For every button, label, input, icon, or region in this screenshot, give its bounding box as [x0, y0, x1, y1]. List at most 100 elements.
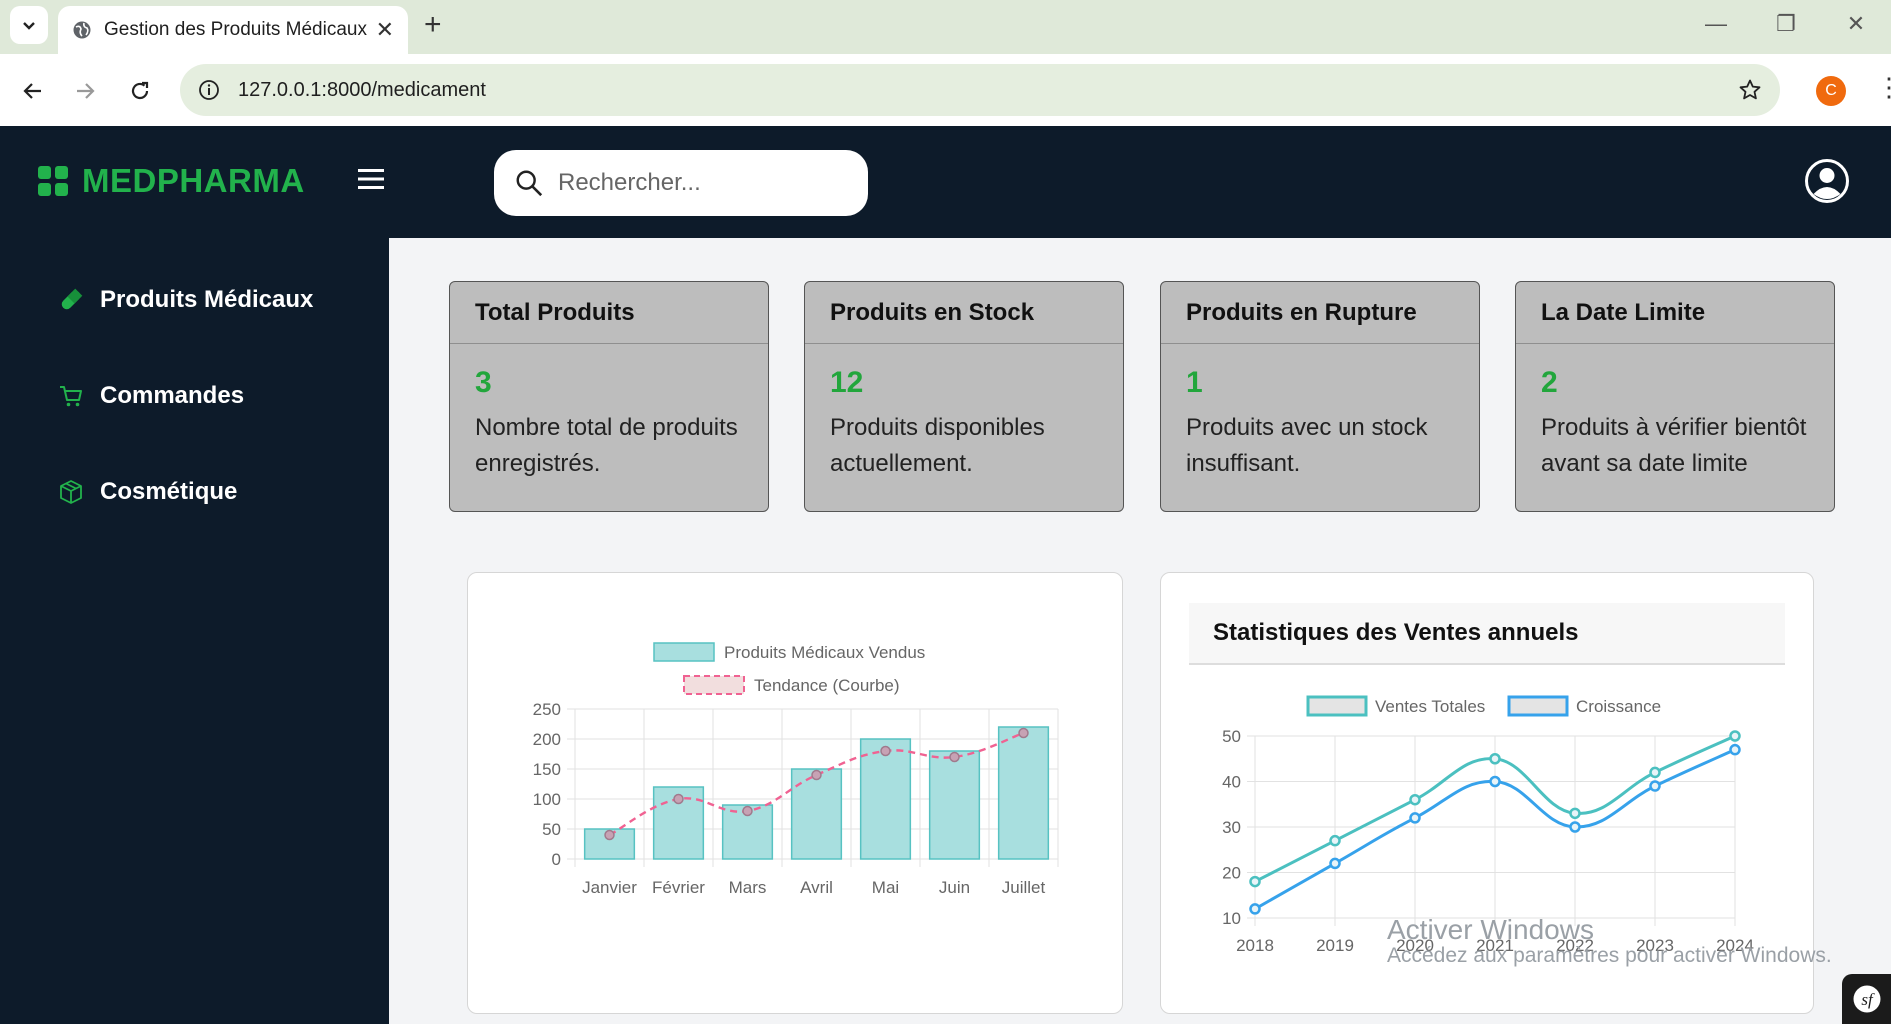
hamburger-menu-icon[interactable]: [358, 168, 384, 195]
card-description: actuellement.: [830, 450, 973, 477]
search-icon: [516, 170, 543, 197]
legend-label-bars: Produits Médicaux Vendus: [724, 643, 925, 662]
x-tick-label: 2018: [1236, 936, 1274, 955]
symfony-toolbar-icon[interactable]: sf: [1842, 974, 1891, 1024]
x-tick-label: 2019: [1316, 936, 1354, 955]
series-point: [1569, 821, 1581, 833]
reload-icon[interactable]: [125, 76, 155, 106]
card-value: 12: [830, 366, 864, 399]
stat-card-total-produits: Total Produits 3 Nombre total de produit…: [449, 281, 769, 512]
app-header: MEDPHARMA: [0, 126, 1891, 238]
sidebar-item-label: Cosmétique: [100, 478, 238, 505]
trend-point: [949, 751, 960, 763]
restore-icon[interactable]: ❐: [1751, 11, 1821, 37]
card-title: La Date Limite: [1516, 282, 1834, 344]
stat-card-produits-en-stock: Produits en Stock 12 Produits disponible…: [804, 281, 1124, 512]
card-description: avant sa date limite: [1541, 450, 1748, 477]
user-account-icon[interactable]: [1804, 158, 1850, 209]
browser-tab-bar: Gestion des Produits Médicaux ✕ + — ❐ ✕: [0, 0, 1891, 54]
card-description: Produits avec un stock: [1186, 414, 1428, 441]
bar: [928, 750, 981, 860]
series-point: [1329, 857, 1341, 870]
profile-avatar[interactable]: C: [1816, 76, 1846, 106]
grid-logo-icon: [38, 166, 68, 196]
card-description: insuffisant.: [1186, 450, 1301, 477]
cart-icon: [60, 386, 82, 407]
back-icon[interactable]: [18, 76, 48, 106]
x-tick-label: Avril: [800, 878, 833, 897]
y-tick-label: 30: [1222, 818, 1241, 837]
series-point: [1409, 793, 1421, 806]
x-tick-label: Février: [652, 878, 705, 897]
series-point: [1569, 807, 1581, 820]
bookmark-star-icon[interactable]: [1738, 78, 1762, 102]
card-description: Produits à vérifier bientôt: [1541, 414, 1807, 441]
search-input[interactable]: [558, 169, 848, 197]
watermark-line: Activer Windows: [1387, 914, 1594, 945]
series-point: [1649, 766, 1661, 779]
y-tick-label: 100: [533, 790, 561, 809]
series-point: [1329, 834, 1341, 847]
series-point: [1489, 775, 1501, 788]
card-value: 3: [475, 366, 492, 399]
site-info-icon[interactable]: [198, 79, 220, 101]
sidebar-item-cosmetique[interactable]: Cosmétique: [58, 478, 237, 506]
series-point: [1729, 743, 1741, 756]
browser-tab[interactable]: Gestion des Produits Médicaux ✕: [58, 6, 408, 54]
sidebar-item-label: Produits Médicaux: [100, 286, 314, 313]
tab-close-icon[interactable]: ✕: [376, 17, 394, 43]
bar: [859, 738, 912, 860]
sidebar: Produits Médicaux Commandes Cosmétique: [0, 238, 389, 1024]
y-tick-label: 10: [1222, 909, 1241, 928]
stat-card-date-limite: La Date Limite 2 Produits à vérifier bie…: [1515, 281, 1835, 512]
series-point: [1409, 812, 1421, 824]
url-text[interactable]: 127.0.0.1:8000/medicament: [238, 79, 1738, 102]
trend-point: [742, 805, 753, 817]
card-title: Produits en Stock: [805, 282, 1123, 344]
watermark-line: Accédez aux paramètres pour activer Wind…: [1387, 944, 1832, 967]
legend-swatch-trend: [683, 675, 745, 695]
tab-title: Gestion des Produits Médicaux: [104, 19, 367, 40]
globe-icon: [73, 21, 91, 39]
trend-point: [604, 829, 615, 841]
y-tick-label: 50: [542, 820, 561, 839]
trend-point: [880, 745, 891, 757]
series-point: [1249, 903, 1261, 915]
legend-label-trend: Tendance (Courbe): [754, 676, 900, 695]
y-tick-label: 250: [533, 700, 561, 719]
bar: [997, 726, 1050, 860]
series-point: [1729, 730, 1741, 742]
legend-label-croissance: Croissance: [1576, 697, 1661, 716]
card-value: 1: [1186, 366, 1203, 399]
sidebar-item-commandes[interactable]: Commandes: [58, 382, 244, 410]
y-tick-label: 200: [533, 730, 561, 749]
tab-search-button[interactable]: [10, 6, 48, 44]
trend-point: [811, 769, 822, 781]
legend-swatch-bars: [653, 642, 715, 662]
x-tick-label: Juillet: [1002, 878, 1046, 897]
capsule-icon: [61, 288, 83, 310]
y-tick-label: 0: [552, 850, 561, 869]
address-bar[interactable]: 127.0.0.1:8000/medicament: [180, 64, 1780, 116]
x-tick-label: Janvier: [582, 878, 637, 897]
brand-logo[interactable]: MEDPHARMA: [38, 162, 305, 200]
series-point: [1249, 875, 1261, 888]
card-description: Produits disponibles: [830, 414, 1045, 441]
chevron-down-icon: [23, 22, 35, 30]
search-box[interactable]: [494, 150, 868, 216]
box-icon: [60, 480, 82, 504]
legend-label-ventes: Ventes Totales: [1375, 697, 1485, 716]
main-content: Total Produits 3 Nombre total de produit…: [389, 238, 1891, 1024]
browser-toolbar: 127.0.0.1:8000/medicament C ⋮: [0, 54, 1891, 126]
new-tab-button[interactable]: +: [424, 10, 442, 40]
forward-icon[interactable]: [70, 76, 100, 106]
sidebar-item-produits-medicaux[interactable]: Produits Médicaux: [58, 286, 313, 314]
card-title: Produits en Rupture: [1161, 282, 1479, 344]
x-tick-label: Mai: [872, 878, 899, 897]
card-description: Nombre total de produits: [475, 414, 738, 441]
minimize-icon[interactable]: —: [1681, 11, 1751, 37]
brand-name: MEDPHARMA: [82, 162, 305, 199]
card-title: Total Produits: [450, 282, 768, 344]
menu-kebab-icon[interactable]: ⋮: [1876, 72, 1891, 103]
close-window-icon[interactable]: ✕: [1821, 11, 1891, 37]
